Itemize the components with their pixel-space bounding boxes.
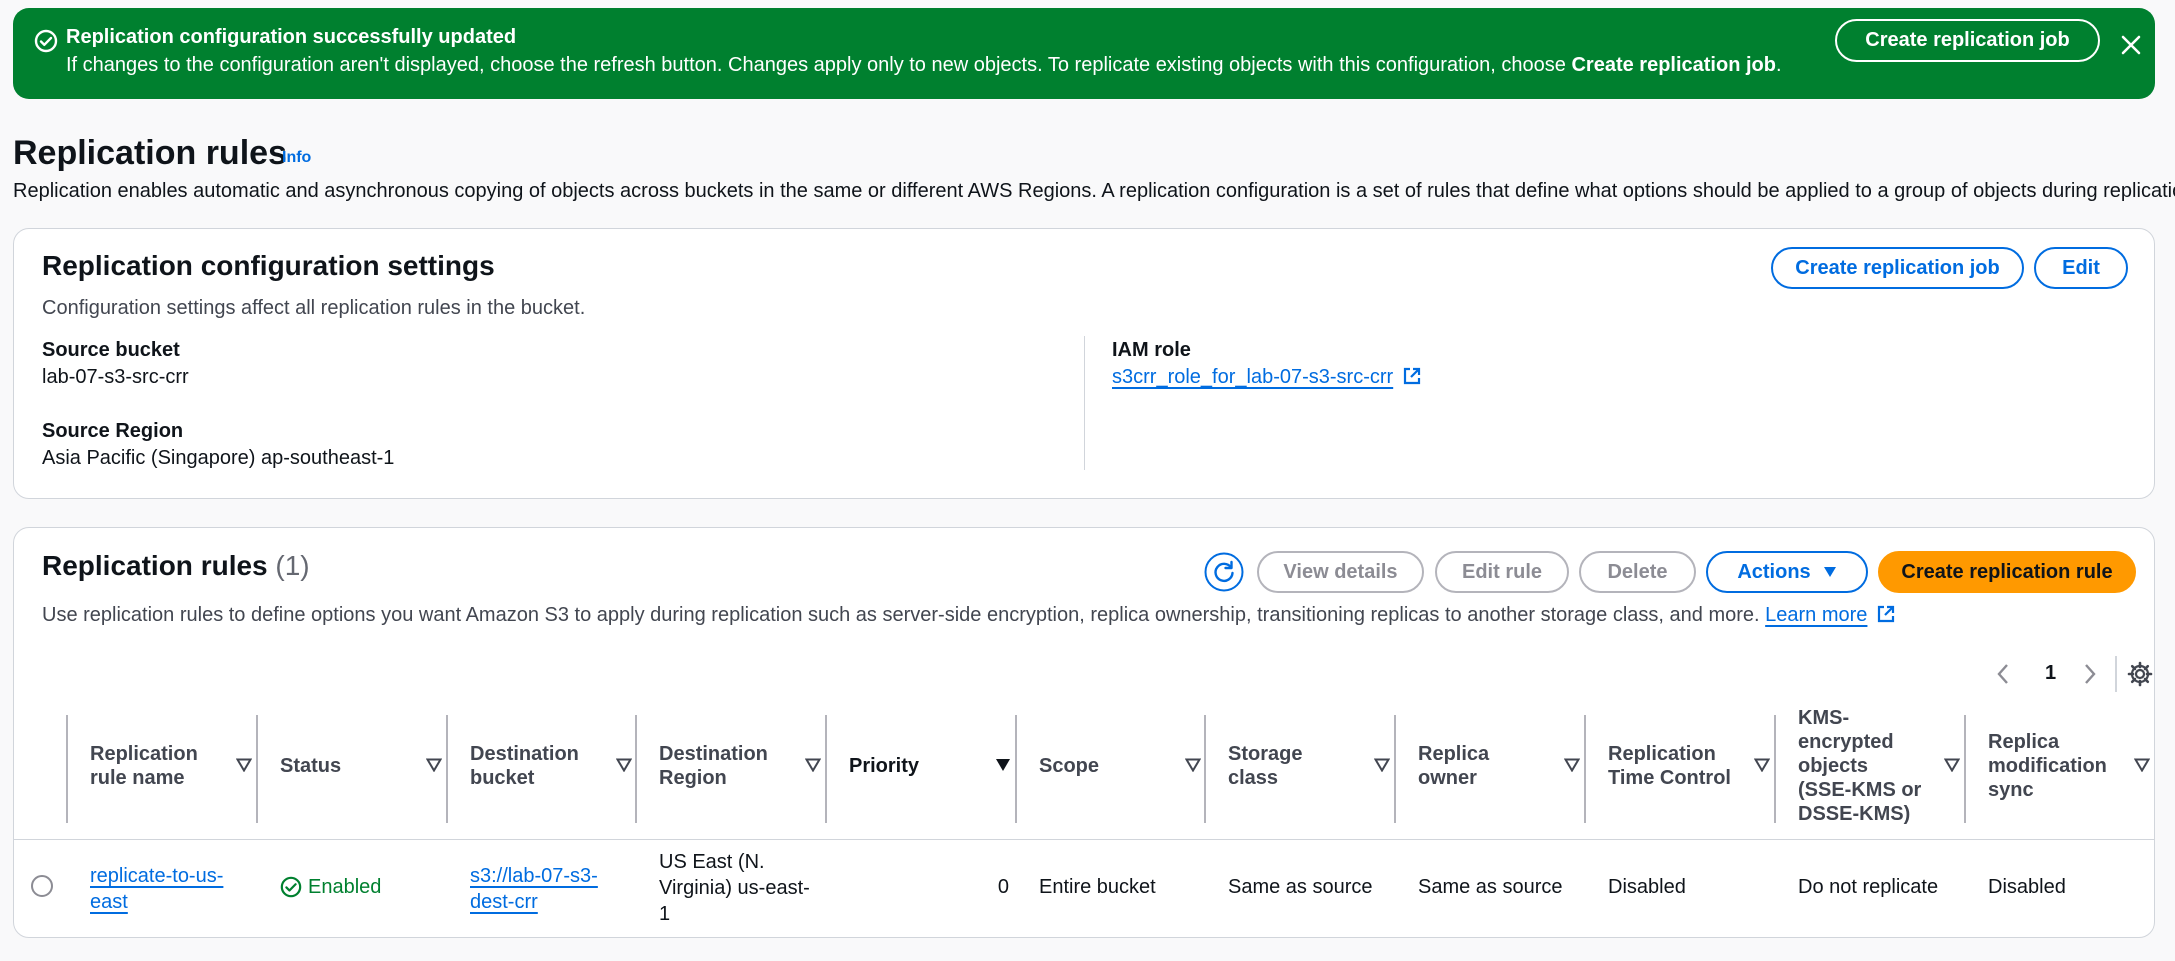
rules-title: Replication rules (1) [42,550,310,581]
success-flashbar: Replication configuration successfully u… [13,8,2155,99]
create-replication-rule-button[interactable]: Create replication rule [1878,551,2136,593]
status-cell: Enabled [280,874,381,900]
info-link[interactable]: Info [282,149,311,167]
sort-icon [1185,758,1201,772]
caret-down-icon [1823,567,1836,577]
sort-icon [1754,758,1770,772]
refresh-icon[interactable] [1204,552,1244,592]
config-description: Configuration settings affect all replic… [42,297,586,319]
column-separator [446,715,448,823]
check-circle-icon [280,876,302,898]
edit-config-button[interactable]: Edit [2034,247,2128,289]
col-header-priority[interactable]: Priority [849,710,1015,822]
col-header-storage-class[interactable]: Storage class [1228,710,1394,822]
learn-more-link[interactable]: Learn more [1765,604,1867,626]
sort-icon [2134,758,2150,772]
flash-create-replication-job-button[interactable]: Create replication job [1835,19,2100,62]
current-page[interactable]: 1 [2045,662,2056,685]
destination-region-cell: US East (N. Virginia) us-east-1 [659,851,810,925]
page-title: Replication rules [13,134,287,172]
col-header-kms-encrypted-objects[interactable]: KMS-encrypted objects (SSE-KMS or DSSE-K… [1798,707,1964,825]
rtc-cell: Disabled [1608,876,1686,898]
create-replication-job-button[interactable]: Create replication job [1771,247,2024,289]
external-link-icon [1877,605,1895,623]
header-row-separator [14,839,2154,840]
close-icon[interactable] [2120,34,2142,56]
check-circle-icon [34,29,58,53]
column-separator [256,715,258,823]
view-details-button[interactable]: View details [1257,551,1424,593]
col-header-replica-modification-sync[interactable]: Replica modification sync [1988,710,2154,822]
sort-icon [805,758,821,772]
iam-role-link[interactable]: s3crr_role_for_lab-07-s3-src-crr [1112,366,1393,388]
iam-role-value[interactable]: s3crr_role_for_lab-07-s3-src-crr [1112,366,1422,389]
column-divider [1084,336,1085,470]
col-header-replica-owner[interactable]: Replica owner [1418,710,1584,822]
rules-count: (1) [275,550,310,581]
column-separator [825,715,827,823]
col-header-rule-name[interactable]: Replication rule name [90,710,256,822]
column-separator [1964,715,1966,823]
priority-cell: 0 [997,876,1009,898]
col-header-destination-bucket[interactable]: Destination bucket [470,710,636,822]
external-link-icon [1403,367,1420,385]
actions-dropdown[interactable]: Actions [1706,551,1868,593]
sort-icon [1944,758,1960,772]
destination-bucket-cell[interactable]: s3://lab-07-s3-dest-crr [470,863,610,915]
col-header-scope[interactable]: Scope [1039,710,1205,822]
source-region-value: Asia Pacific (Singapore) ap-southeast-1 [42,447,395,469]
column-separator [1015,715,1017,823]
column-separator [1774,715,1776,823]
sort-icon [236,758,252,772]
delete-button[interactable]: Delete [1579,551,1696,593]
rule-name-link[interactable]: replicate-to-us-east [90,865,223,913]
column-separator [66,715,68,823]
kms-cell: Do not replicate [1798,876,1939,898]
source-region-label: Source Region [42,420,184,442]
sort-icon [1564,758,1580,772]
sort-icon [426,758,442,772]
rules-description: Use replication rules to define options … [42,604,1896,627]
flash-title: Replication configuration successfully u… [66,26,517,48]
edit-rule-button[interactable]: Edit rule [1435,551,1569,593]
replica-mod-sync-cell: Disabled [1988,876,2066,898]
flash-message: If changes to the configuration aren't d… [66,54,1782,76]
chevron-right-icon[interactable] [2083,663,2097,685]
pagination-divider [2115,656,2117,692]
column-separator [1584,715,1586,823]
sort-icon [616,758,632,772]
rule-name-cell[interactable]: replicate-to-us-east [90,863,240,915]
col-header-destination-region[interactable]: Destination Region [659,710,825,822]
sort-icon [1374,758,1390,772]
page-description: Replication enables automatic and asynch… [13,180,2175,202]
sort-descending-icon [996,759,1010,771]
col-header-replication-time-control[interactable]: Replication Time Control [1608,710,1774,822]
row-select-radio[interactable] [31,875,53,897]
source-bucket-label: Source bucket [42,339,180,361]
replication-config-container: Replication configuration settings Creat… [13,228,2155,499]
iam-role-label: IAM role [1112,339,1191,361]
replication-rules-container: Replication rules (1) View details Edit … [13,527,2155,938]
config-title: Replication configuration settings [42,250,495,281]
source-bucket-value: lab-07-s3-src-crr [42,366,189,388]
replica-owner-cell: Same as source [1418,876,1563,898]
chevron-left-icon[interactable] [1996,663,2010,685]
column-separator [1394,715,1396,823]
scope-cell: Entire bucket [1039,876,1156,898]
col-header-status[interactable]: Status [280,710,446,822]
destination-bucket-link[interactable]: s3://lab-07-s3-dest-crr [470,865,598,913]
gear-icon[interactable] [2127,661,2153,687]
storage-class-cell: Same as source [1228,876,1373,898]
